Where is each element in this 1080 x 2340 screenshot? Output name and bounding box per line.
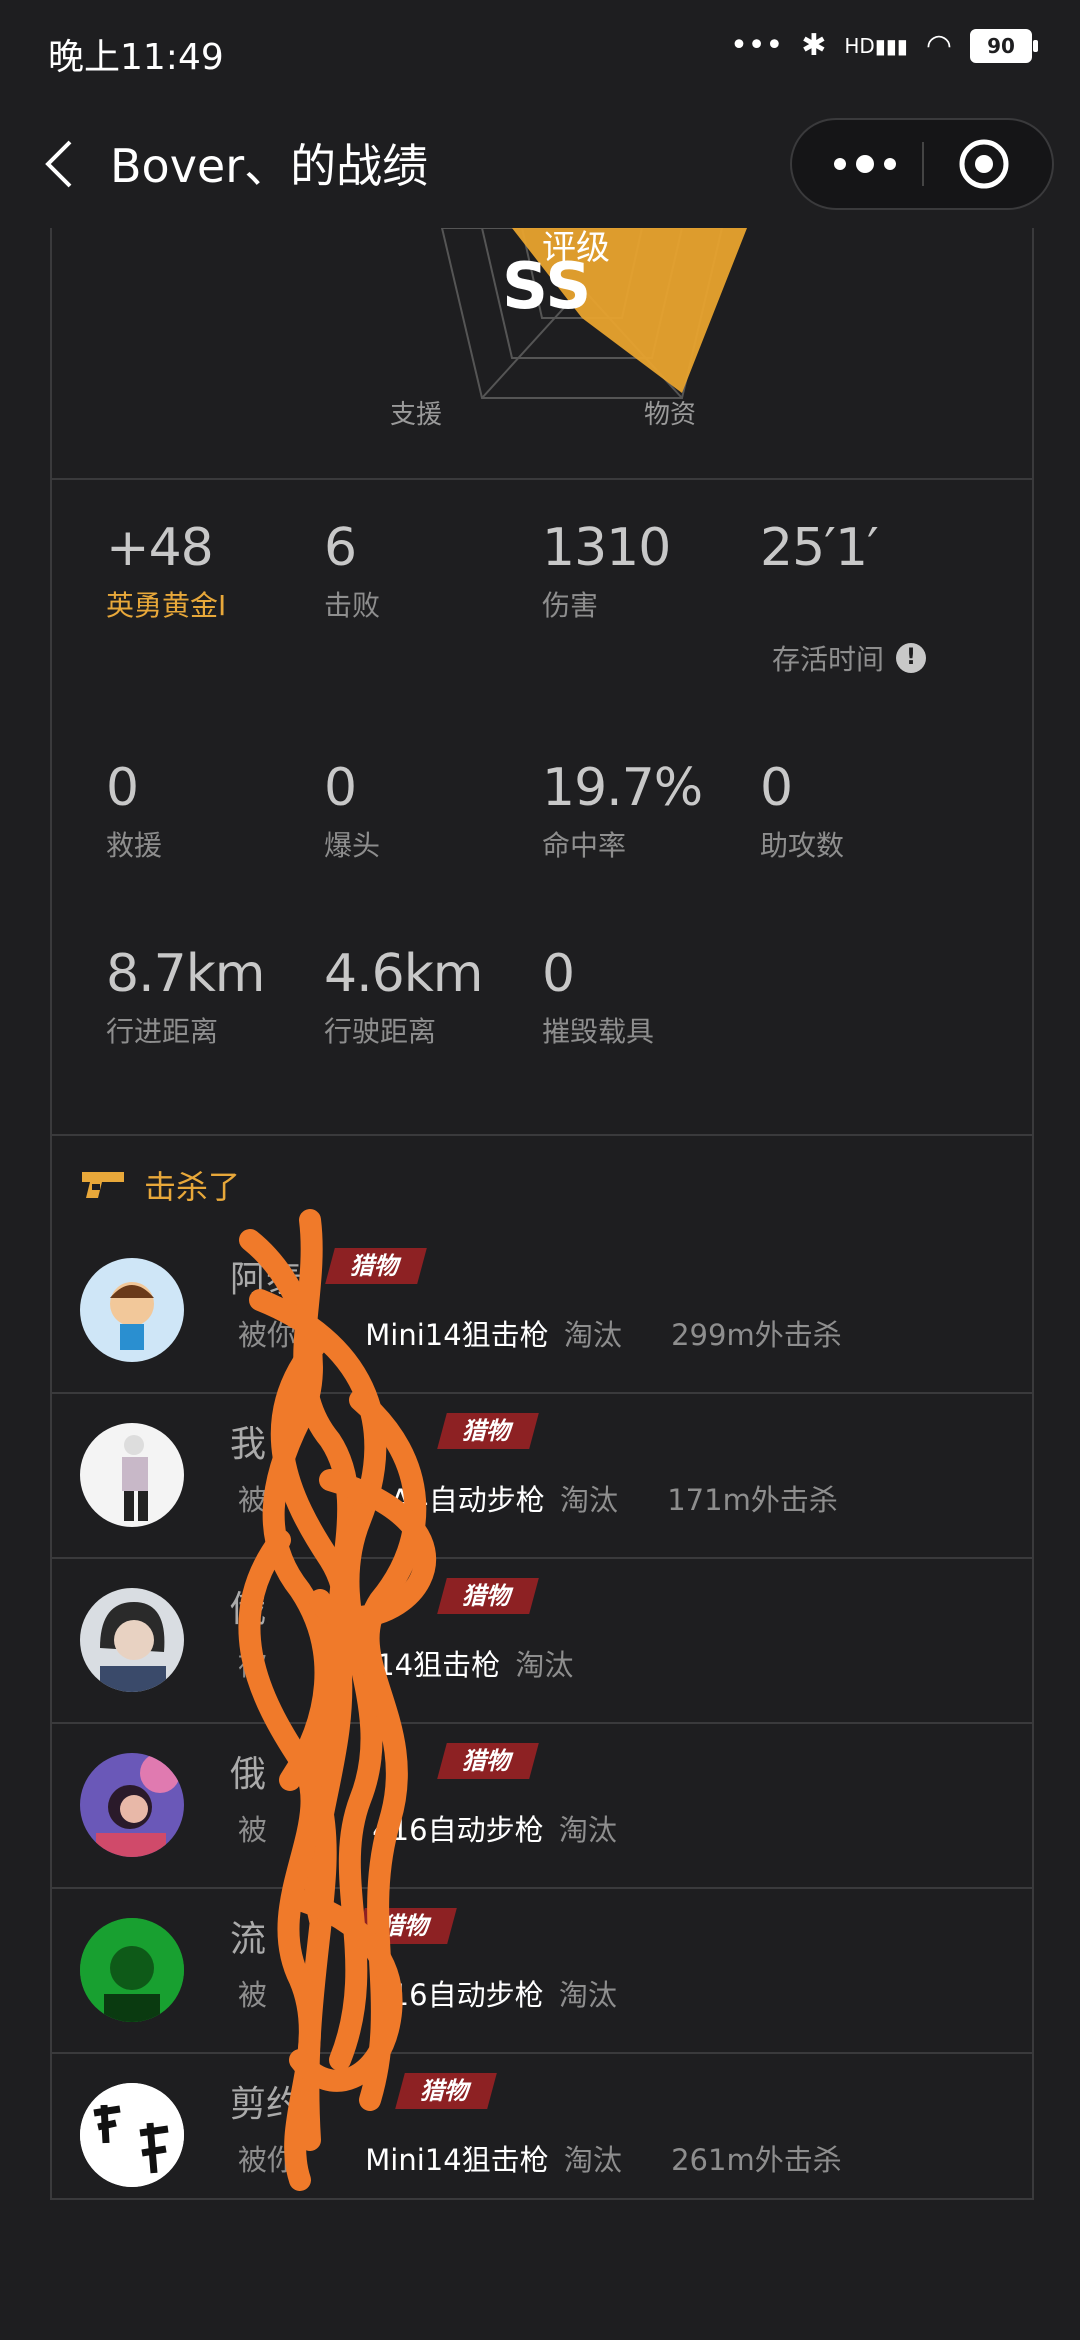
stat-drive-distance: 4.6km 行驶距离 <box>324 944 483 1048</box>
kills-section-header: 击杀了 <box>80 1162 240 1208</box>
close-miniprogram-button[interactable] <box>958 138 1010 190</box>
stat-accuracy: 19.7% 命中率 <box>542 758 703 862</box>
divider <box>52 478 1032 480</box>
back-button[interactable] <box>40 138 90 188</box>
signal-icon: HD▮▮▮ <box>844 33 908 58</box>
kill-detail: 被 416自动步枪 淘汰 <box>238 1813 617 1847</box>
kill-detail: 被 416自动步枪 淘汰 <box>238 1978 617 2012</box>
miniprogram-capsule <box>790 118 1054 210</box>
stat-assists: 0 助攻数 <box>760 758 845 862</box>
kill-row[interactable]: 俄 猎物 被 14狙击枪 淘汰 <box>52 1558 1032 1724</box>
stat-damage: 1310 伤害 <box>542 518 671 622</box>
stat-walk-distance: 8.7km 行进距离 <box>106 944 265 1048</box>
kill-row[interactable]: 俄 猎物 被 416自动步枪 淘汰 <box>52 1723 1032 1889</box>
prey-badge: 猎物 <box>395 2073 497 2109</box>
radar-axis-support: 支援 <box>390 400 443 430</box>
avatar <box>80 1423 184 1527</box>
stat-rank-points: +48 英勇黄金Ⅰ <box>106 518 227 622</box>
avatar <box>80 2083 184 2187</box>
gun-icon <box>82 1172 124 1198</box>
more-dots-icon: ••• <box>730 28 784 63</box>
kill-detail: 被你 Mini14狙击枪 淘汰 261m外击杀 <box>238 2143 842 2177</box>
prey-badge: 猎物 <box>325 1248 427 1284</box>
more-menu-button[interactable] <box>820 142 910 186</box>
avatar <box>80 1753 184 1857</box>
avatar <box>80 1258 184 1362</box>
page-title: Bover、的战绩 <box>110 139 429 193</box>
match-stats-card: 评级 SS 支援 物资 +48 英勇黄金Ⅰ 6 击败 1310 伤害 25′1′… <box>50 228 1034 2200</box>
stat-headshots: 0 爆头 <box>324 758 381 862</box>
kill-row[interactable]: 阿泰 猎物 被你 Mini14狙击枪 淘汰 299m外击杀 <box>52 1228 1032 1394</box>
battery-icon: 90 <box>970 28 1038 63</box>
kill-detail: 被你 Mini14狙击枪 淘汰 299m外击杀 <box>238 1318 842 1352</box>
status-bar: 晚上11:49 ••• ✱ HD▮▮▮ ◠ 90 <box>0 0 1080 100</box>
status-time: 晚上11:49 <box>48 37 224 78</box>
capsule-divider <box>922 142 924 186</box>
stat-survival-time: 25′1′ <box>760 518 879 578</box>
wifi-icon: ◠ <box>925 28 952 63</box>
divider <box>52 1134 1032 1136</box>
avatar <box>80 1918 184 2022</box>
kill-row[interactable]: 流 猎物 被 416自动步枪 淘汰 <box>52 1888 1032 2054</box>
rating-grade: SS <box>502 250 592 324</box>
stat-vehicles-destroyed: 0 摧毁载具 <box>542 944 655 1048</box>
bluetooth-icon: ✱ <box>801 28 827 63</box>
nav-bar: Bover、的战绩 <box>0 110 1080 220</box>
survival-time-label: 存活时间 ! <box>772 638 927 678</box>
prey-badge: 猎物 <box>437 1743 539 1779</box>
kill-row[interactable]: 我 猎物 被 M A4自动步枪 淘汰 171m外击杀 <box>52 1393 1032 1559</box>
prey-badge: 猎物 <box>437 1578 539 1614</box>
info-icon[interactable]: ! <box>896 643 927 673</box>
radar-axis-supplies: 物资 <box>644 400 697 430</box>
kill-row[interactable]: 剪约 猎物 被你 Mini14狙击枪 淘汰 261m外击杀 <box>52 2053 1032 2217</box>
stat-kills: 6 击败 <box>324 518 381 622</box>
status-icons: ••• ✱ HD▮▮▮ ◠ 90 <box>730 28 1038 63</box>
prey-badge: 猎物 <box>355 1908 457 1944</box>
kill-detail: 被 M A4自动步枪 淘汰 171m外击杀 <box>238 1483 838 1517</box>
kill-detail: 被 14狙击枪 淘汰 <box>238 1648 574 1682</box>
avatar <box>80 1588 184 1692</box>
prey-badge: 猎物 <box>437 1413 539 1449</box>
stat-revives: 0 救援 <box>106 758 163 862</box>
chevron-left-icon <box>45 140 72 188</box>
